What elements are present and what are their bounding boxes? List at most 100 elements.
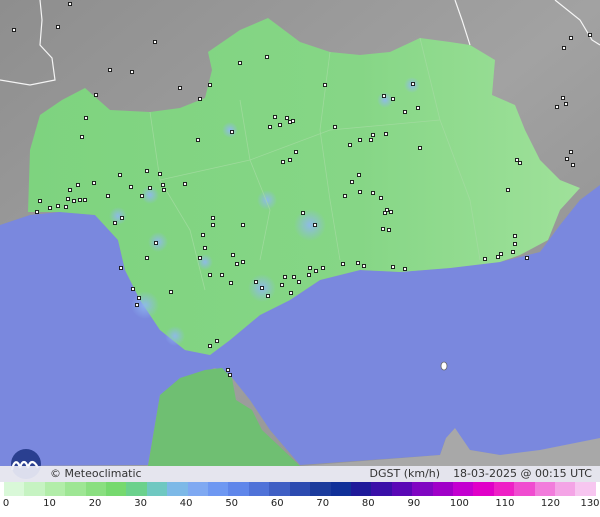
legend-tick-label: 130 (580, 498, 600, 509)
station-marker (499, 252, 503, 256)
legend-swatch (248, 482, 270, 496)
station-marker (511, 250, 515, 254)
legend-swatch (289, 482, 311, 496)
legend-tick-label: 80 (361, 498, 375, 509)
station-marker (301, 211, 305, 215)
station-marker (289, 291, 293, 295)
legend-swatch (554, 482, 576, 496)
legend-tick-label: 0 (2, 498, 10, 509)
station-marker (389, 210, 393, 214)
station-marker (211, 216, 215, 220)
station-marker (220, 273, 224, 277)
legend-tick-label: 60 (270, 498, 284, 509)
legend-swatch (44, 482, 66, 496)
legend-swatch (575, 482, 596, 496)
legend-swatch (391, 482, 413, 496)
station-marker (235, 262, 239, 266)
station-marker (565, 157, 569, 161)
legend-tick-label: 10 (43, 498, 56, 509)
station-marker (56, 204, 60, 208)
station-marker (333, 125, 337, 129)
station-marker (198, 97, 202, 101)
station-marker (314, 269, 318, 273)
legend-tick-label: 40 (179, 498, 193, 509)
station-marker (278, 123, 282, 127)
station-marker (357, 173, 361, 177)
legend-tick-label: 100 (449, 498, 469, 509)
station-marker (358, 138, 362, 142)
station-marker (145, 169, 149, 173)
legend-swatch (4, 482, 25, 496)
station-marker (145, 256, 149, 260)
station-marker (555, 105, 559, 109)
station-marker (525, 256, 529, 260)
station-marker (403, 110, 407, 114)
station-marker (307, 273, 311, 277)
map-info: DGST (km/h) 18-03-2025 @ 00:15 UTC (370, 467, 592, 480)
station-marker (64, 205, 68, 209)
station-marker (281, 160, 285, 164)
station-marker (562, 46, 566, 50)
legend-color-bar (4, 482, 596, 496)
station-marker (323, 83, 327, 87)
station-marker (230, 130, 234, 134)
station-marker (162, 188, 166, 192)
station-marker (183, 182, 187, 186)
legend-swatch (85, 482, 107, 496)
station-marker (382, 94, 386, 98)
station-marker (379, 196, 383, 200)
legend-tick-label: 50 (225, 498, 239, 509)
legend-tick-label: 120 (540, 498, 560, 509)
station-marker (118, 173, 122, 177)
station-marker (371, 133, 375, 137)
station-marker (260, 286, 264, 290)
station-marker (238, 61, 242, 65)
station-marker (391, 97, 395, 101)
variable-label: DGST (km/h) (369, 467, 441, 480)
station-marker (208, 83, 212, 87)
legend-swatch (228, 482, 249, 496)
station-marker (38, 199, 42, 203)
alboran-island (440, 361, 448, 371)
legend-tick-label: 110 (495, 498, 515, 509)
station-marker (83, 198, 87, 202)
station-marker (356, 261, 360, 265)
station-marker (518, 161, 522, 165)
legend-swatch (330, 482, 351, 496)
station-marker (291, 119, 295, 123)
station-marker (561, 96, 565, 100)
station-marker (35, 210, 39, 214)
legend-swatch (473, 482, 494, 496)
legend-tick-label: 30 (134, 498, 147, 509)
station-marker (201, 233, 205, 237)
station-marker (135, 303, 139, 307)
station-marker (569, 150, 573, 154)
station-marker (288, 120, 292, 124)
station-marker (384, 132, 388, 136)
legend-swatch (310, 482, 331, 496)
station-marker (113, 221, 117, 225)
legend-swatch (412, 482, 433, 496)
station-marker (273, 115, 277, 119)
legend-swatch (187, 482, 209, 496)
station-marker (148, 186, 152, 190)
station-marker (483, 257, 487, 261)
station-marker (343, 194, 347, 198)
station-marker (348, 143, 352, 147)
legend-tick-label: 70 (316, 498, 330, 509)
station-marker (513, 242, 517, 246)
station-marker (229, 281, 233, 285)
station-marker (228, 373, 232, 377)
timestamp: 18-03-2025 @ 00:15 UTC (453, 467, 592, 480)
station-marker (226, 368, 230, 372)
station-marker (391, 265, 395, 269)
legend-swatch (65, 482, 86, 496)
station-marker (265, 55, 269, 59)
color-legend: 0 10 20 30 40 50 60 70 80 90 100 110 120 130 (0, 482, 600, 517)
station-marker (288, 158, 292, 162)
station-marker (169, 290, 173, 294)
station-marker (78, 198, 82, 202)
station-marker (268, 125, 272, 129)
station-marker (129, 185, 133, 189)
station-marker (285, 116, 289, 120)
